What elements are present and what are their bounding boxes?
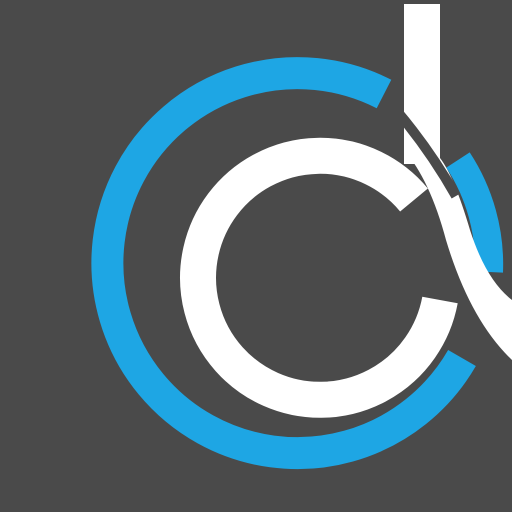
app-icon	[0, 0, 512, 512]
logo-mark	[0, 0, 512, 512]
